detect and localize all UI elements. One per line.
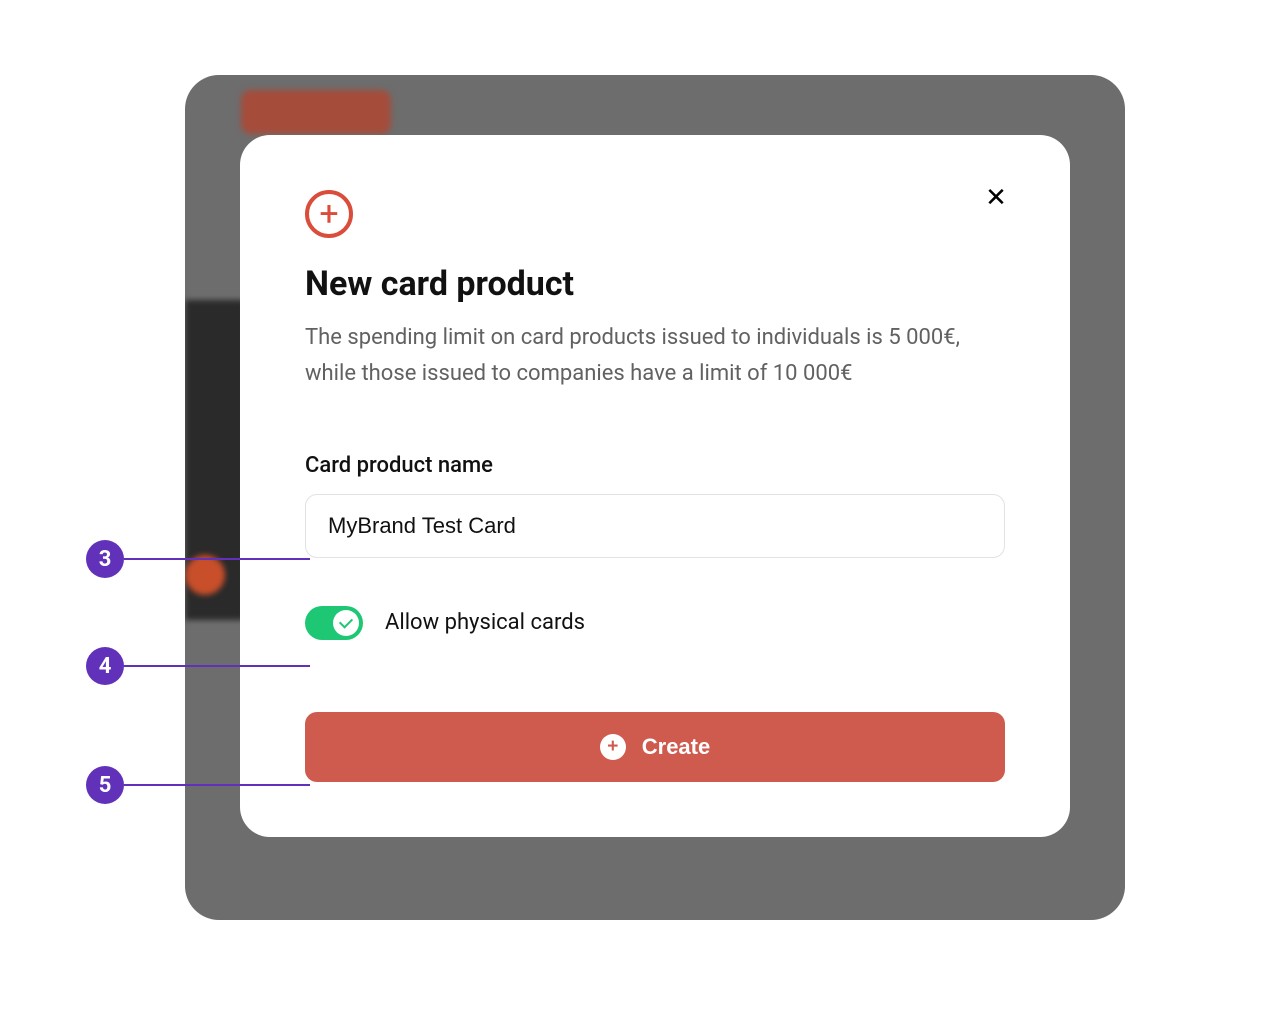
- close-icon: ✕: [985, 182, 1007, 213]
- allow-physical-toggle-row: Allow physical cards: [305, 606, 1005, 640]
- modal-title: New card product: [305, 264, 1005, 304]
- callout-line: [124, 784, 310, 786]
- card-name-input[interactable]: [305, 494, 1005, 558]
- callout-3: 3: [86, 540, 310, 578]
- close-button[interactable]: ✕: [982, 183, 1010, 211]
- new-card-product-modal: + ✕ New card product The spending limit …: [240, 135, 1070, 837]
- outer-frame: + ✕ New card product The spending limit …: [30, 30, 1247, 1001]
- callout-line: [124, 558, 310, 560]
- allow-physical-label: Allow physical cards: [385, 610, 585, 635]
- callout-4: 4: [86, 647, 310, 685]
- card-name-label: Card product name: [305, 453, 1005, 478]
- settings-button-blurred: [241, 90, 391, 134]
- plus-icon: +: [600, 734, 626, 760]
- modal-backdrop: + ✕ New card product The spending limit …: [185, 75, 1125, 920]
- plus-circle-icon: +: [305, 190, 353, 238]
- callout-5: 5: [86, 766, 310, 804]
- create-button[interactable]: + Create: [305, 712, 1005, 782]
- allow-physical-toggle[interactable]: [305, 606, 363, 640]
- callout-badge-3: 3: [86, 540, 124, 578]
- check-icon: [333, 610, 359, 636]
- callout-badge-4: 4: [86, 647, 124, 685]
- create-button-label: Create: [642, 734, 710, 760]
- callout-badge-5: 5: [86, 766, 124, 804]
- modal-description: The spending limit on card products issu…: [305, 320, 1005, 393]
- callout-line: [124, 665, 310, 667]
